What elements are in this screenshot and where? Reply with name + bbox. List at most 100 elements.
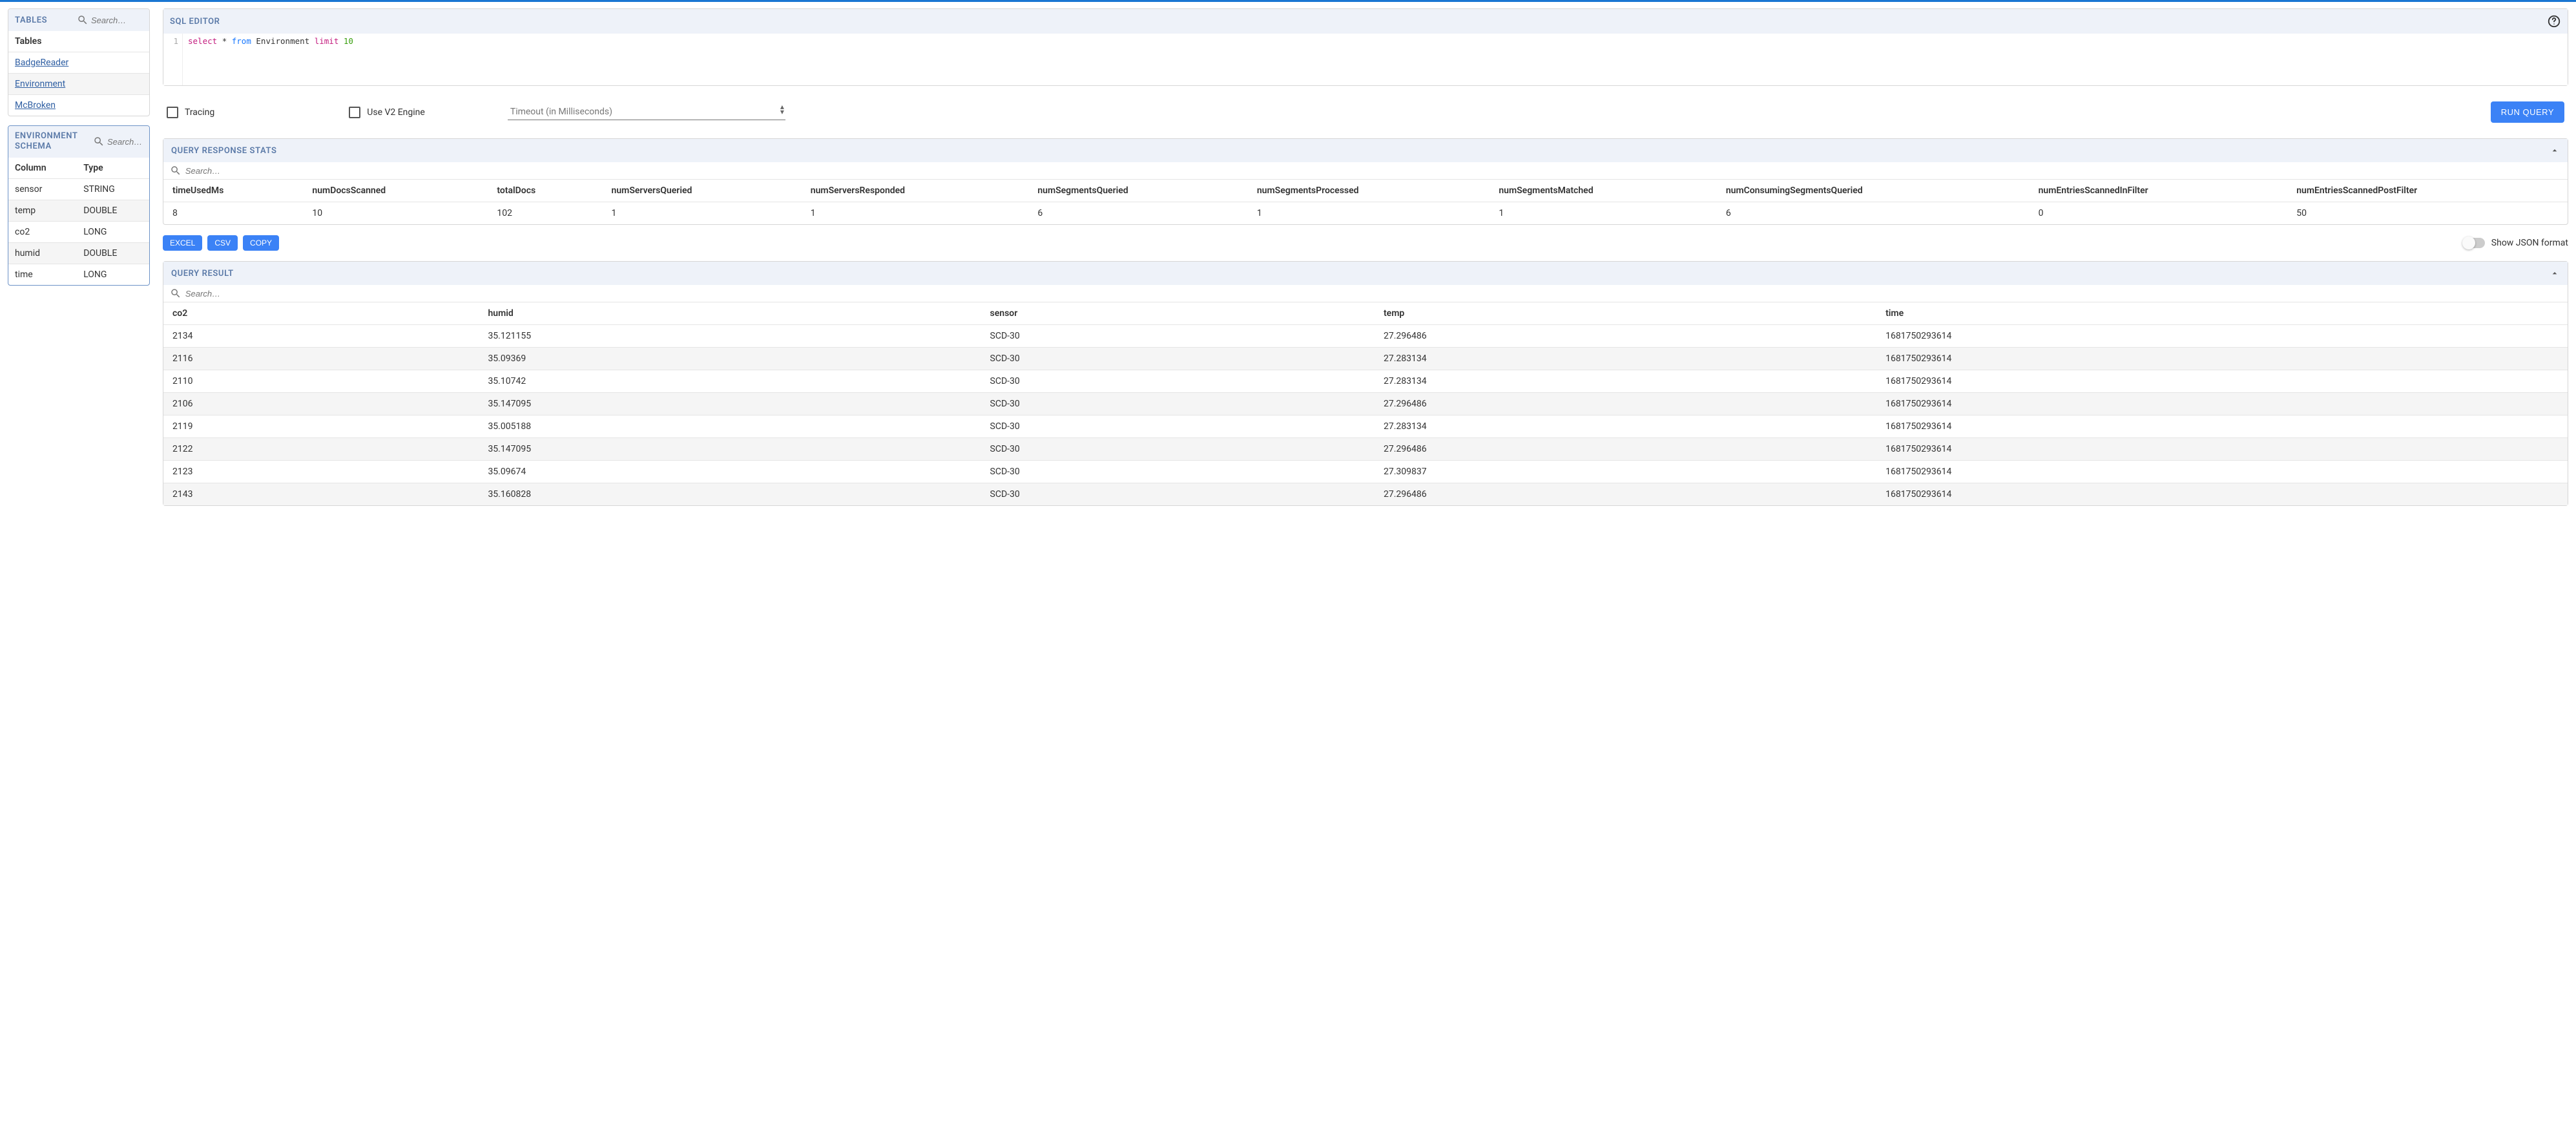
result-column-header[interactable]: co2	[163, 302, 479, 325]
result-column-header[interactable]: temp	[1375, 302, 1876, 325]
tables-list: BadgeReader Environment McBroken	[8, 52, 149, 116]
tables-list-header: Tables	[8, 31, 149, 52]
result-cell: 2134	[163, 325, 479, 348]
toggle-switch-icon[interactable]	[2463, 238, 2485, 248]
stats-column-header[interactable]: numSegmentsQueried	[1028, 180, 1248, 202]
tables-panel-header: TABLES	[8, 9, 149, 31]
table-list-item[interactable]: McBroken	[8, 94, 149, 116]
json-toggle[interactable]: Show JSON format	[2463, 238, 2568, 248]
result-column-header[interactable]: time	[1876, 302, 2568, 325]
schema-type-cell: LONG	[77, 221, 149, 242]
result-cell: 27.296486	[1375, 325, 1876, 348]
stats-column-header[interactable]: numServersResponded	[802, 180, 1029, 202]
csv-button[interactable]: CSV	[207, 235, 238, 251]
schema-col-header: Column	[8, 158, 77, 179]
stats-column-header[interactable]: numServersQueried	[603, 180, 802, 202]
result-cell: 1681750293614	[1876, 483, 2568, 506]
chevron-up-icon[interactable]	[2550, 268, 2560, 279]
result-cell: SCD-30	[981, 325, 1375, 348]
result-row[interactable]: 211635.09369SCD-3027.2831341681750293614	[163, 348, 2568, 370]
table-list-item[interactable]: BadgeReader	[8, 52, 149, 73]
schema-column-cell: sensor	[8, 178, 77, 200]
tables-search[interactable]	[77, 14, 143, 26]
stats-scroll[interactable]: timeUsedMsnumDocsScannedtotalDocsnumServ…	[163, 180, 2568, 224]
copy-button[interactable]: COPY	[243, 235, 279, 251]
result-cell: SCD-30	[981, 415, 1375, 438]
stats-column-header[interactable]: numEntriesScannedInFilter	[2030, 180, 2288, 202]
chevron-up-icon[interactable]	[2550, 145, 2560, 156]
v2engine-checkbox[interactable]: Use V2 Engine	[349, 107, 425, 118]
result-search[interactable]	[163, 285, 2568, 302]
schema-search[interactable]	[93, 136, 143, 147]
excel-button[interactable]: EXCEL	[163, 235, 202, 251]
table-list-item[interactable]: Environment	[8, 73, 149, 94]
result-row[interactable]: 213435.121155SCD-3027.296486168175029361…	[163, 325, 2568, 348]
search-icon	[170, 165, 182, 176]
table-link[interactable]: Environment	[15, 79, 65, 89]
result-column-header[interactable]: sensor	[981, 302, 1375, 325]
result-cell: 27.309837	[1375, 461, 1876, 483]
result-cell: 27.283134	[1375, 348, 1876, 370]
result-table: co2humidsensortemptime 213435.121155SCD-…	[163, 302, 2568, 505]
schema-type-cell: DOUBLE	[77, 242, 149, 264]
result-row[interactable]: 212335.09674SCD-3027.3098371681750293614	[163, 461, 2568, 483]
line-gutter: 1	[163, 34, 183, 85]
code-line[interactable]: select * from Environment limit 10	[183, 34, 358, 85]
result-cell: 2143	[163, 483, 479, 506]
stats-table: timeUsedMsnumDocsScannedtotalDocsnumServ…	[163, 180, 2568, 224]
stats-cell: 6	[1717, 202, 2030, 225]
result-column-header[interactable]: humid	[479, 302, 981, 325]
result-header[interactable]: QUERY RESULT	[163, 262, 2568, 285]
result-cell: 35.147095	[479, 393, 981, 415]
result-section: QUERY RESULT co2humidsensortemptime 2134…	[163, 261, 2568, 506]
stats-cell: 1	[802, 202, 1029, 225]
stats-header[interactable]: QUERY RESPONSE STATS	[163, 139, 2568, 162]
controls-row: Tracing Use V2 Engine Timeout (in Millis…	[163, 95, 2568, 129]
run-query-button[interactable]: RUN QUERY	[2491, 101, 2564, 123]
result-cell: 1681750293614	[1876, 461, 2568, 483]
result-row[interactable]: 212235.147095SCD-3027.296486168175029361…	[163, 438, 2568, 461]
stats-cell: 102	[488, 202, 602, 225]
sql-editor-title: SQL EDITOR	[170, 17, 220, 26]
tracing-checkbox[interactable]: Tracing	[167, 107, 214, 118]
checkbox-icon	[167, 107, 178, 118]
search-icon	[77, 14, 88, 26]
right-column: SQL EDITOR 1 select * from Environment l…	[163, 8, 2568, 506]
stats-column-header[interactable]: timeUsedMs	[163, 180, 303, 202]
stats-cell: 1	[603, 202, 802, 225]
stats-cell: 6	[1028, 202, 1248, 225]
schema-row: co2LONG	[8, 221, 149, 242]
search-icon	[170, 288, 182, 299]
stats-column-header[interactable]: numEntriesScannedPostFilter	[2287, 180, 2568, 202]
schema-type-header: Type	[77, 158, 149, 179]
stats-column-header[interactable]: numSegmentsProcessed	[1248, 180, 1490, 202]
stepper-icon[interactable]: ▴▾	[780, 104, 784, 114]
result-cell: 35.09674	[479, 461, 981, 483]
table-link[interactable]: McBroken	[15, 100, 56, 110]
result-row[interactable]: 210635.147095SCD-3027.296486168175029361…	[163, 393, 2568, 415]
result-cell: SCD-30	[981, 438, 1375, 461]
result-cell: 35.005188	[479, 415, 981, 438]
stats-column-header[interactable]: numDocsScanned	[303, 180, 488, 202]
stats-column-header[interactable]: totalDocs	[488, 180, 602, 202]
sql-editor-header: SQL EDITOR	[163, 9, 2568, 34]
stats-column-header[interactable]: numSegmentsMatched	[1490, 180, 1716, 202]
code-editor[interactable]: 1 select * from Environment limit 10	[163, 34, 2568, 85]
result-cell: 1681750293614	[1876, 438, 2568, 461]
result-row[interactable]: 211935.005188SCD-3027.283134168175029361…	[163, 415, 2568, 438]
stats-search-input[interactable]	[185, 166, 2561, 176]
stats-cell: 0	[2030, 202, 2288, 225]
stats-column-header[interactable]: numConsumingSegmentsQueried	[1717, 180, 2030, 202]
schema-search-input[interactable]	[107, 137, 143, 147]
result-row[interactable]: 211035.10742SCD-3027.2831341681750293614	[163, 370, 2568, 393]
stats-search[interactable]	[163, 162, 2568, 180]
stats-cell: 8	[163, 202, 303, 225]
result-cell: 2123	[163, 461, 479, 483]
result-row[interactable]: 214335.160828SCD-3027.296486168175029361…	[163, 483, 2568, 506]
table-link[interactable]: BadgeReader	[15, 58, 68, 68]
timeout-input[interactable]: Timeout (in Milliseconds) ▴▾	[508, 104, 785, 120]
schema-row: sensorSTRING	[8, 178, 149, 200]
result-search-input[interactable]	[185, 289, 2561, 299]
tables-search-input[interactable]	[91, 16, 143, 25]
help-icon[interactable]	[2547, 14, 2561, 28]
